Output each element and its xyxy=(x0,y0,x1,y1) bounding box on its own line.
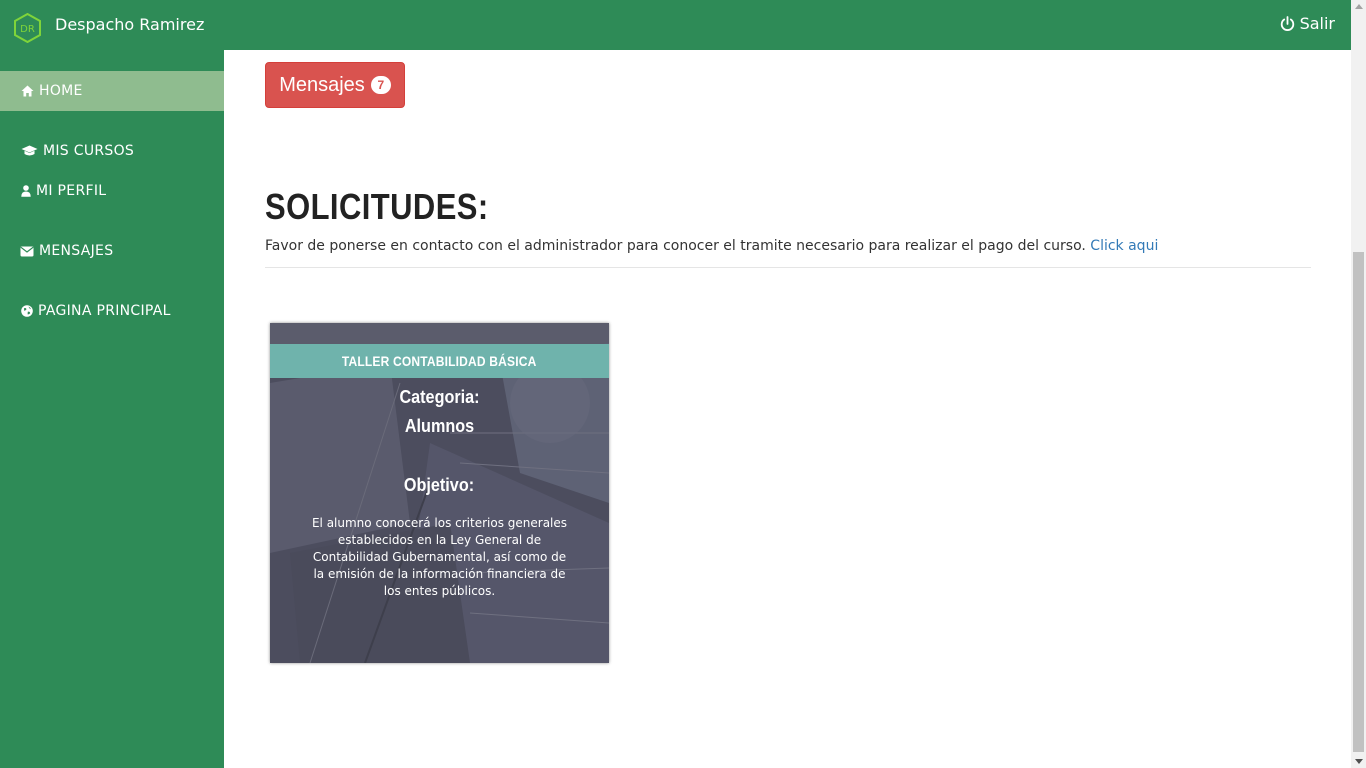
sidebar-item-label: MIS CURSOS xyxy=(43,143,135,159)
main-content: Mensajes 7 SOLICITUDES: Favor de ponerse… xyxy=(224,50,1351,768)
objective-text: El alumno conocerá los criterios general… xyxy=(311,516,568,598)
globe-icon xyxy=(20,304,33,318)
power-icon xyxy=(1280,15,1294,31)
scroll-up-arrow-icon[interactable] xyxy=(1355,4,1363,9)
sidebar-item-home[interactable]: HOME xyxy=(0,71,224,111)
section-title: SOLICITUDES: xyxy=(265,186,489,227)
sidebar-item-label: HOME xyxy=(39,83,83,99)
category-label: Categoria: xyxy=(399,387,480,407)
messages-button-label: Mensajes xyxy=(279,73,365,96)
objective-label: Objetivo: xyxy=(404,475,475,495)
sidebar-item-mensajes[interactable]: MENSAJES xyxy=(0,231,224,271)
divider xyxy=(265,267,1311,268)
sidebar-item-mi-perfil[interactable]: MI PERFIL xyxy=(0,171,224,211)
home-icon xyxy=(20,84,34,98)
graduation-cap-icon xyxy=(20,144,38,158)
course-title: TALLER CONTABILIDAD BÁSICA xyxy=(270,344,609,378)
logo-initials: DR xyxy=(20,24,35,35)
logout-label: Salir xyxy=(1299,14,1335,33)
logout-button[interactable]: Salir xyxy=(1280,14,1335,33)
sidebar-item-mis-cursos[interactable]: MIS CURSOS xyxy=(0,131,224,171)
scrollbar-thumb[interactable] xyxy=(1353,252,1364,752)
sidebar-item-label: MI PERFIL xyxy=(36,183,107,199)
sidebar-item-pagina-principal[interactable]: PAGINA PRINCIPAL xyxy=(0,291,224,331)
envelope-icon xyxy=(20,244,34,258)
sidebar-item-label: MENSAJES xyxy=(39,243,114,259)
info-text: Favor de ponerse en contacto con el admi… xyxy=(265,238,1086,254)
page-scrollbar[interactable] xyxy=(1351,0,1366,768)
sidebar-item-label: PAGINA PRINCIPAL xyxy=(38,303,171,319)
brand-name[interactable]: Despacho Ramirez xyxy=(55,15,204,34)
category-value: Alumnos xyxy=(404,416,475,436)
brand-logo-icon[interactable]: DR xyxy=(14,12,41,44)
messages-count-badge: 7 xyxy=(370,76,391,94)
user-icon xyxy=(20,184,31,198)
sidebar: HOME MIS CURSOS MI PERFIL MENSAJES PAGIN… xyxy=(0,50,224,768)
messages-button[interactable]: Mensajes 7 xyxy=(265,62,405,108)
top-navbar: DR Despacho Ramirez Salir xyxy=(0,0,1351,50)
scroll-down-arrow-icon[interactable] xyxy=(1355,759,1363,764)
course-card[interactable]: TALLER CONTABILIDAD BÁSICA Categoria: Al… xyxy=(270,323,609,663)
info-message: Favor de ponerse en contacto con el admi… xyxy=(265,238,1158,254)
click-here-link[interactable]: Click aqui xyxy=(1090,238,1158,254)
